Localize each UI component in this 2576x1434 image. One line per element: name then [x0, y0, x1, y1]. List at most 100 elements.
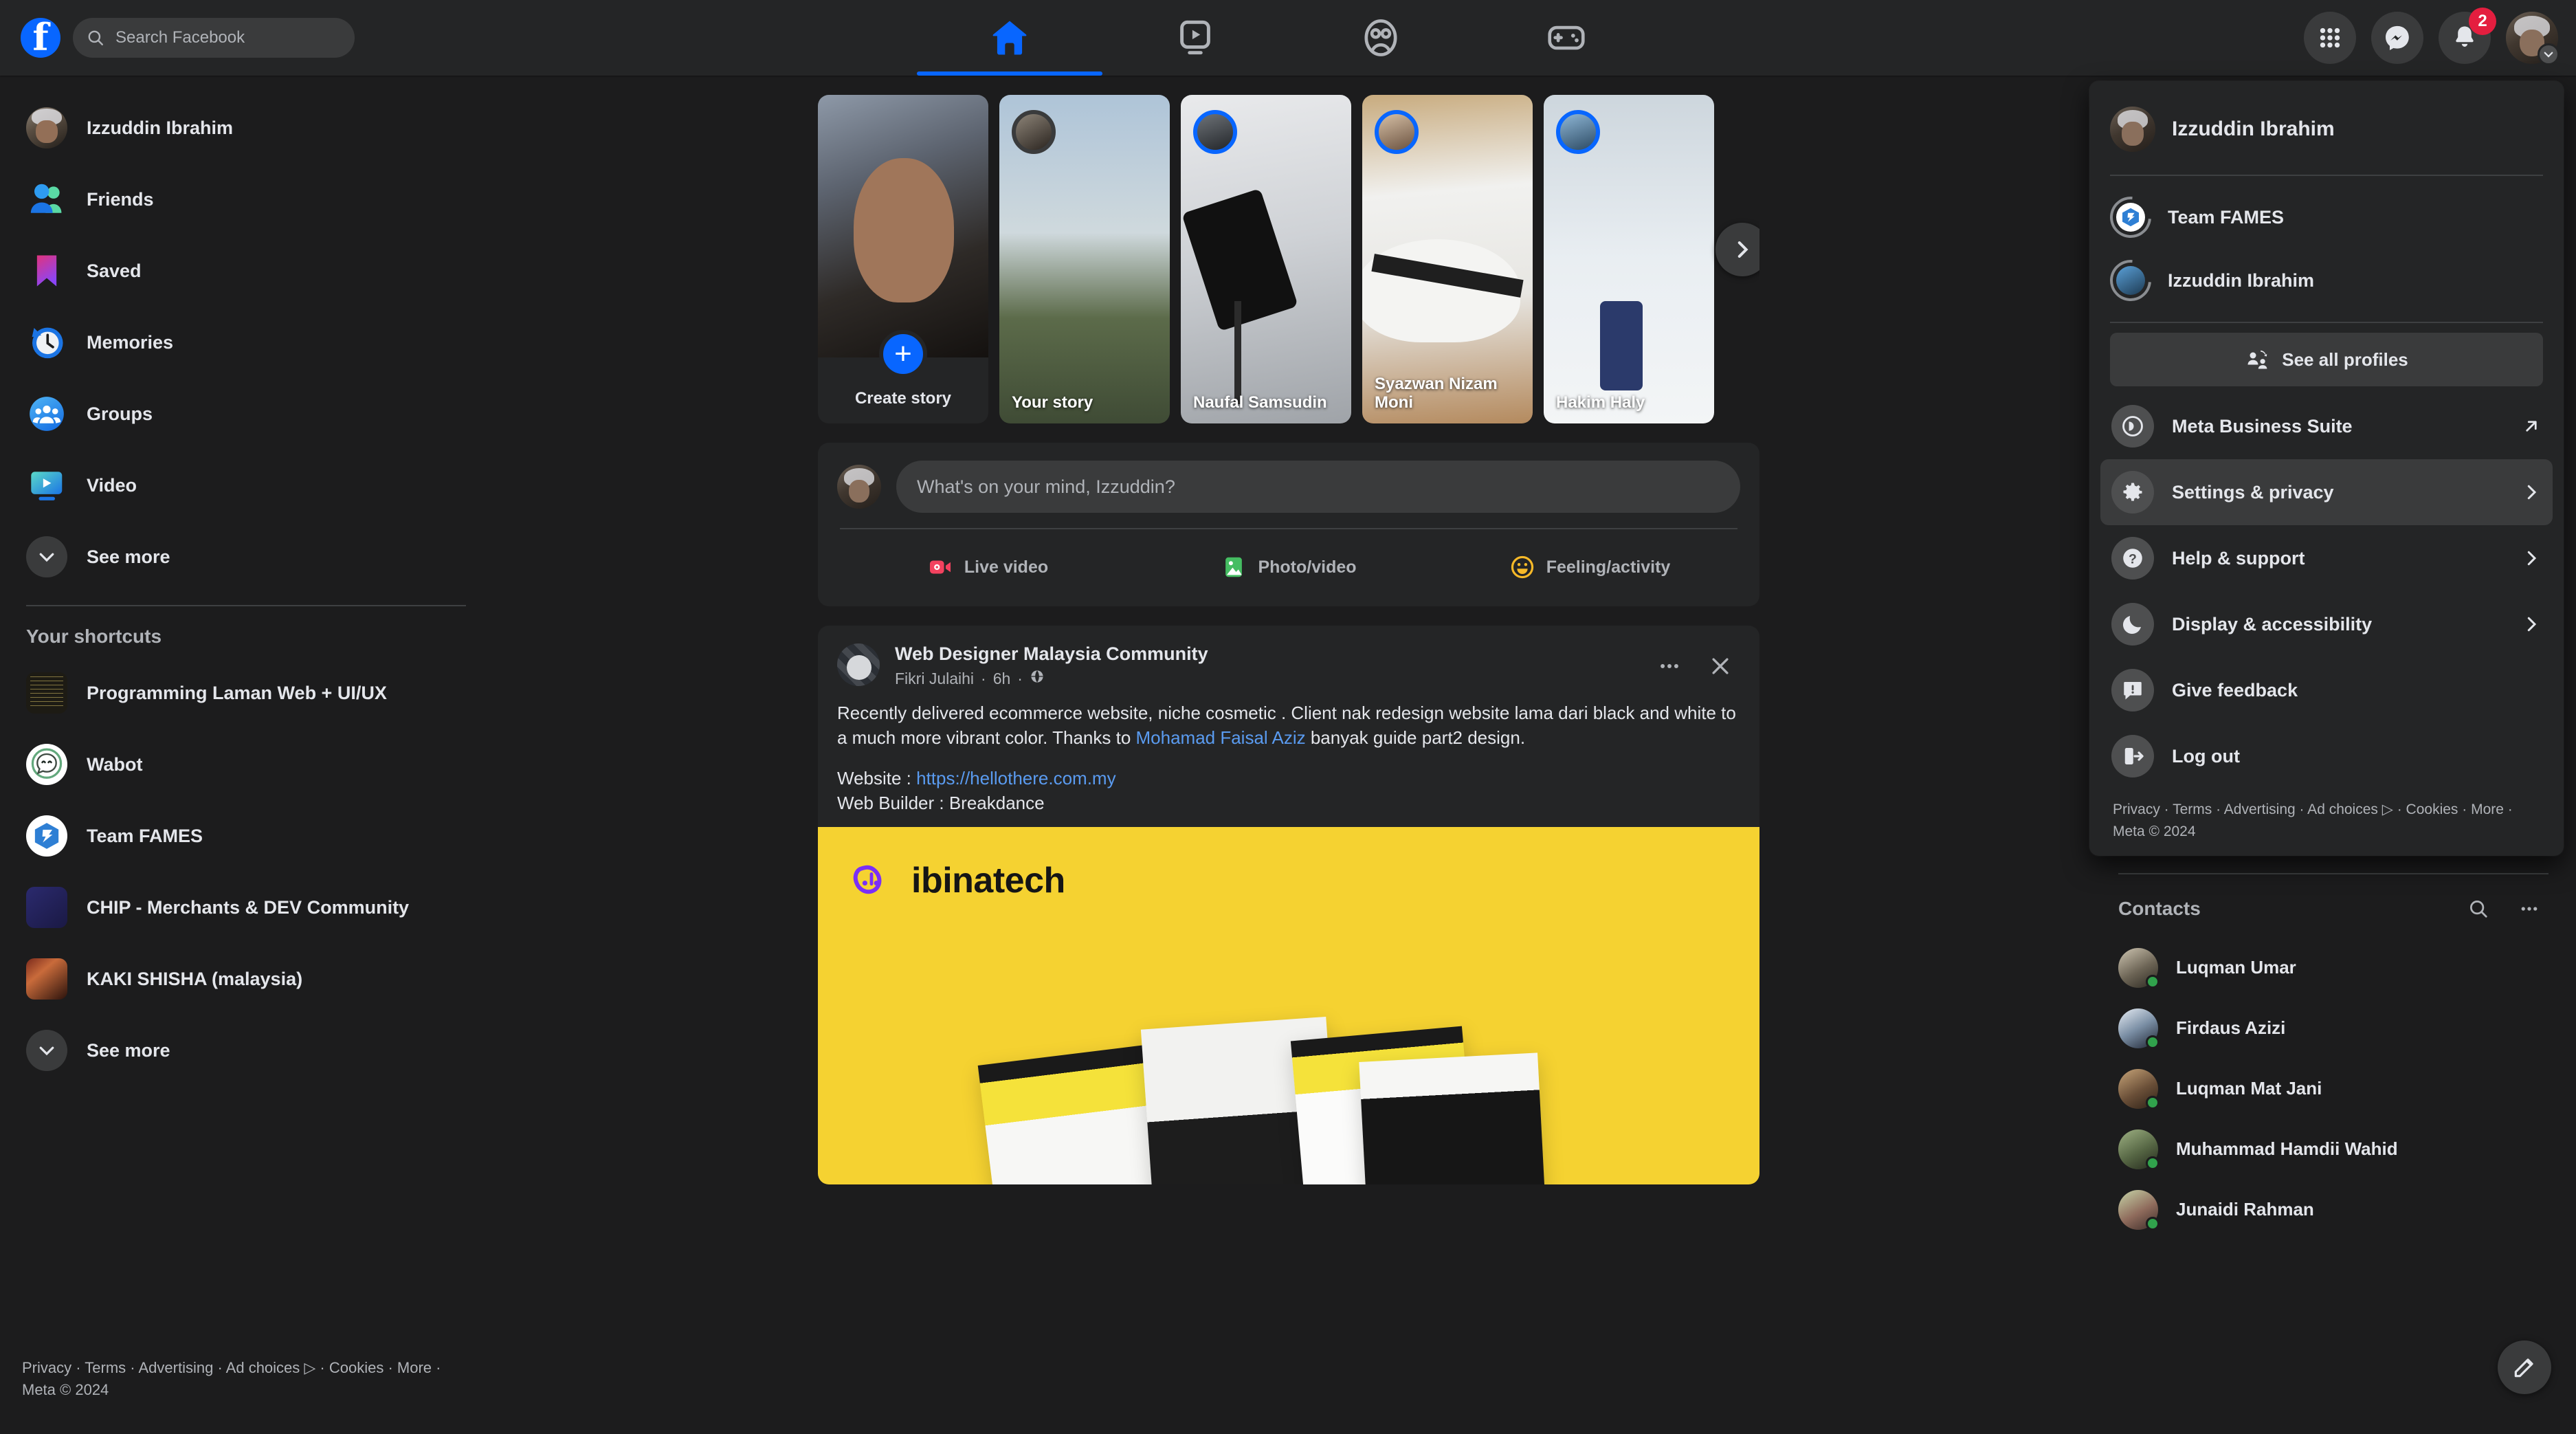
groups-icon: [26, 393, 67, 434]
topbar-right: 2: [2304, 8, 2560, 65]
account-button[interactable]: [2506, 12, 2560, 65]
sidebar-item-saved[interactable]: Saved: [15, 235, 467, 307]
contacts-search-button[interactable]: [2459, 890, 2498, 928]
contact-item[interactable]: Luqman Mat Jani: [2107, 1059, 2560, 1119]
story-avatar: [1375, 110, 1419, 154]
notifications-button[interactable]: 2: [2439, 8, 2496, 64]
search-input[interactable]: [115, 28, 341, 47]
post-more-button[interactable]: [1650, 646, 1689, 686]
menu-item-display-accessibility[interactable]: Display & accessibility: [2100, 591, 2553, 657]
shortcut-item-programming[interactable]: Programming Laman Web + UI/UX: [15, 657, 467, 729]
logout-icon: [2111, 735, 2154, 777]
gear-icon: [2111, 471, 2154, 514]
live-video-button[interactable]: Live video: [837, 542, 1138, 593]
sidebar-see-more-button[interactable]: See more: [15, 521, 467, 593]
post-header: Web Designer Malaysia Community Fikri Ju…: [818, 626, 1759, 688]
contact-item[interactable]: Firdaus Azizi: [2107, 998, 2560, 1059]
contacts-header: Contacts: [2107, 887, 2560, 938]
feeling-activity-button[interactable]: Feeling/activity: [1439, 542, 1740, 593]
contact-item[interactable]: Muhammad Hamdii Wahid: [2107, 1119, 2560, 1180]
tab-gaming[interactable]: [1474, 0, 1659, 76]
sidebar-item-video[interactable]: Video: [15, 450, 467, 521]
menu-item-meta-business-suite[interactable]: Meta Business Suite: [2100, 393, 2553, 459]
shortcuts-heading: Your shortcuts: [26, 626, 162, 647]
menu-item-help-support[interactable]: ? Help & support: [2100, 525, 2553, 591]
website-link[interactable]: https://hellothere.com.my: [916, 768, 1115, 788]
main-feed: + Create story Your story Naufal Samsudi…: [818, 76, 1759, 1434]
post-website-line: Website : https://hellothere.com.my Web …: [837, 766, 1740, 816]
shortcut-label: Team FAMES: [87, 825, 203, 846]
photo-video-button[interactable]: Photo/video: [1138, 542, 1439, 593]
shortcut-item-wabot[interactable]: Wabot: [15, 729, 467, 800]
search-icon: [2470, 900, 2487, 918]
dropdown-footer-links[interactable]: Privacy · Terms · Advertising · Ad choic…: [2100, 789, 2553, 846]
menu-item-label: Display & accessibility: [2172, 613, 2373, 635]
feeling-activity-label: Feeling/activity: [1546, 557, 1671, 577]
post-text-part2: banyak guide part2 design.: [1305, 727, 1526, 749]
shortcut-item-chip[interactable]: CHIP - Merchants & DEV Community: [15, 872, 467, 943]
shortcut-item-team-fames[interactable]: Team FAMES: [15, 800, 467, 872]
story-card[interactable]: Your story: [999, 95, 1170, 423]
tab-video[interactable]: [1102, 0, 1288, 76]
chevron-right-icon: [2521, 614, 2542, 635]
post-time[interactable]: 6h: [993, 670, 1011, 688]
shortcut-thumbnail: [26, 744, 67, 785]
menu-grid-button[interactable]: [2304, 12, 2356, 64]
shortcut-label: CHIP - Merchants & DEV Community: [87, 896, 410, 918]
story-card[interactable]: Syazwan Nizam Moni: [1362, 95, 1533, 423]
dropdown-profile-row[interactable]: Izzuddin Ibrahim: [2100, 93, 2553, 165]
chevron-right-icon: [2521, 482, 2542, 503]
sidebar-footer-links[interactable]: Privacy · Terms · Advertising · Ad choic…: [22, 1357, 476, 1401]
create-post-input[interactable]: What's on your mind, Izzuddin?: [896, 461, 1740, 513]
sidebar-item-label: Friends: [87, 188, 154, 210]
post-image[interactable]: ibinatech: [818, 826, 1759, 1184]
story-card[interactable]: Naufal Samsudin: [1181, 95, 1351, 423]
post-group-avatar[interactable]: [837, 643, 880, 686]
messenger-button[interactable]: [2371, 12, 2423, 64]
menu-item-log-out[interactable]: Log out: [2100, 723, 2553, 789]
dropdown-profile-izzuddin[interactable]: Izzuddin Ibrahim: [2100, 249, 2553, 312]
dropdown-profile-team-fames[interactable]: Team FAMES: [2100, 186, 2553, 249]
see-all-profiles-button[interactable]: See all profiles: [2110, 333, 2543, 386]
menu-item-give-feedback[interactable]: Give feedback: [2100, 657, 2553, 723]
story-name: Naufal Samsudin: [1193, 393, 1327, 412]
shortcut-item-kaki-shisha[interactable]: KAKI SHISHA (malaysia): [15, 943, 467, 1015]
tab-home[interactable]: [917, 0, 1102, 76]
next-story-button[interactable]: [1716, 223, 1759, 276]
facebook-logo-icon[interactable]: [21, 18, 60, 58]
post-mention[interactable]: Mohamad Faisal Aziz: [1136, 727, 1306, 748]
post-subline: Fikri Julaihi · 6h ·: [895, 669, 1634, 688]
post-author[interactable]: Fikri Julaihi: [895, 670, 974, 688]
dropdown-profile-label: Team FAMES: [2168, 206, 2285, 228]
search-box[interactable]: [73, 18, 355, 58]
sidebar-item-label: Video: [87, 474, 137, 496]
post-close-button[interactable]: [1700, 646, 1740, 686]
composer-avatar[interactable]: [837, 465, 881, 509]
sidebar-item-friends[interactable]: Friends: [15, 164, 467, 235]
contact-name: Junaidi Rahman: [2176, 1199, 2314, 1220]
composer-top-row: What's on your mind, Izzuddin?: [837, 461, 1740, 513]
post-group-name[interactable]: Web Designer Malaysia Community: [895, 643, 1634, 665]
sidebar-item-groups[interactable]: Groups: [15, 378, 467, 450]
ibinatech-logo-icon: [847, 856, 896, 905]
globe-icon: [1030, 669, 1045, 688]
more-options-icon: [2521, 906, 2538, 911]
messenger-icon: [2386, 25, 2409, 51]
shortcuts-see-more-button[interactable]: See more: [15, 1015, 467, 1086]
menu-item-settings-privacy[interactable]: Settings & privacy: [2100, 459, 2553, 525]
contact-item[interactable]: Junaidi Rahman: [2107, 1180, 2560, 1240]
create-story-card[interactable]: + Create story: [818, 95, 988, 423]
sidebar-item-memories[interactable]: Memories: [15, 307, 467, 378]
story-card[interactable]: Hakim Haly: [1544, 95, 1714, 423]
online-status-dot: [2146, 974, 2159, 989]
chevron-down-icon: [26, 536, 67, 577]
post-composer: What's on your mind, Izzuddin? Live vide…: [818, 443, 1759, 606]
sidebar-item-label: Memories: [87, 331, 174, 353]
contact-item[interactable]: Luqman Umar: [2107, 938, 2560, 998]
new-message-button[interactable]: [2498, 1341, 2551, 1394]
composer-actions: Live video Photo/video Feeling/activity: [837, 529, 1740, 593]
tab-groups[interactable]: [1288, 0, 1474, 76]
account-dropdown-menu: Izzuddin Ibrahim Team FAMES Izzuddin Ibr…: [2089, 81, 2564, 856]
contacts-more-button[interactable]: [2510, 890, 2549, 928]
sidebar-item-profile[interactable]: Izzuddin Ibrahim: [15, 92, 467, 164]
